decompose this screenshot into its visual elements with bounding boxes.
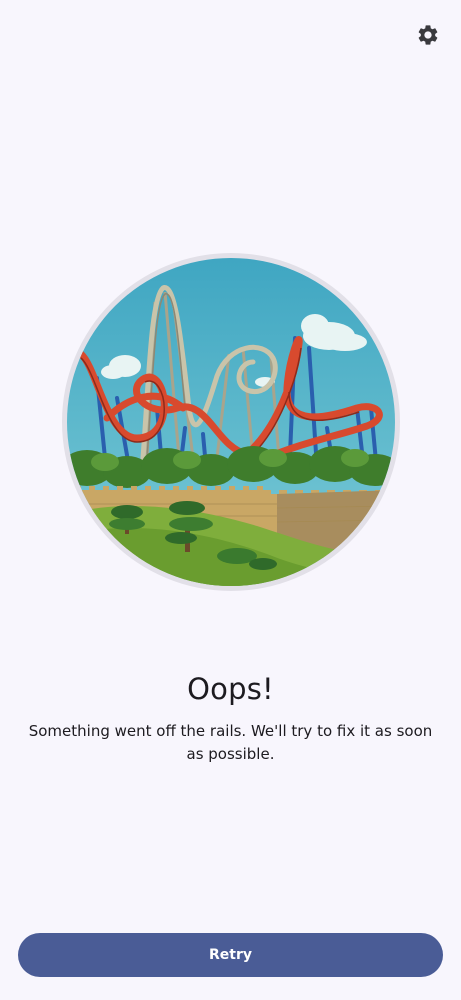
error-message: Something went off the rails. We'll try …: [28, 722, 433, 763]
retry-button[interactable]: Retry: [18, 933, 443, 977]
illustration-frame: [62, 253, 400, 591]
gear-icon: [418, 25, 438, 45]
roller-coaster-illustration: [67, 258, 395, 586]
error-title: Oops!: [187, 672, 274, 706]
settings-button[interactable]: [413, 20, 443, 50]
